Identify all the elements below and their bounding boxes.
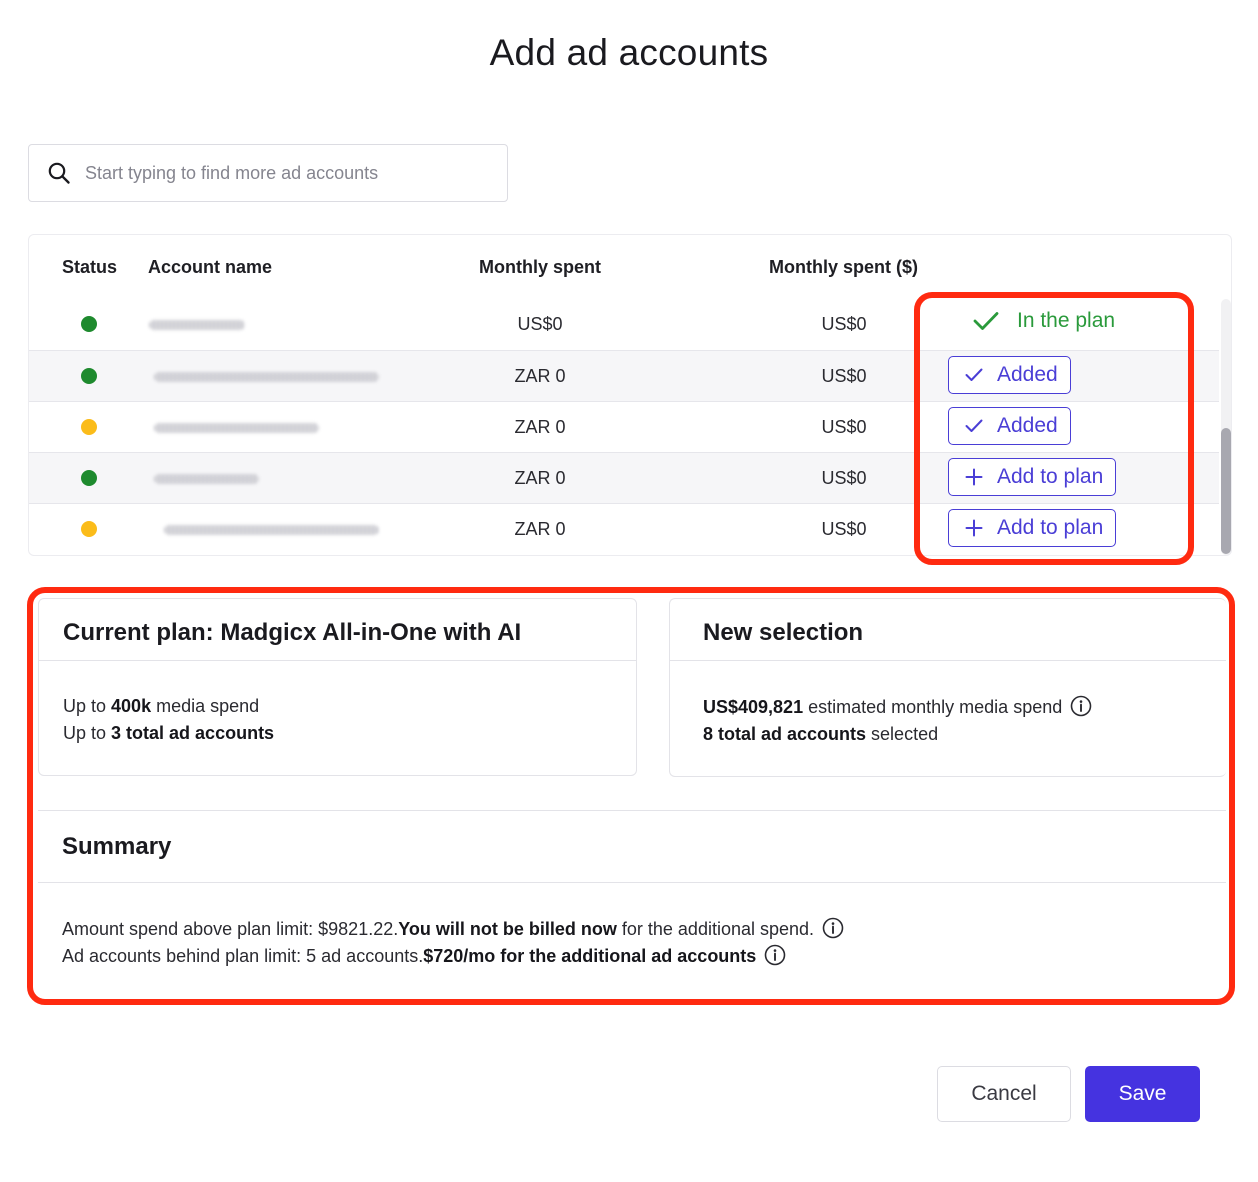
status-dot-green xyxy=(81,316,97,332)
new-selection-accounts-line: 8 total ad accounts selected xyxy=(703,724,939,744)
added-button[interactable]: Added xyxy=(948,356,1071,394)
new-selection-title: New selection xyxy=(670,599,1226,661)
monthly-spent: ZAR 0 xyxy=(514,366,566,386)
check-icon xyxy=(965,368,983,381)
search-input[interactable] xyxy=(85,162,485,184)
new-selection-body: US$409,821 estimated monthly media spend… xyxy=(670,661,1226,748)
save-button[interactable]: Save xyxy=(1085,1066,1200,1122)
summary-body: Amount spend above plan limit: $9821.22.… xyxy=(38,883,1226,970)
accounts-table: Status Account name Monthly spent Monthl… xyxy=(28,234,1232,556)
summary-section: Summary Amount spend above plan limit: $… xyxy=(38,810,1226,994)
account-name-redacted xyxy=(164,525,379,535)
summary-spend-line: Amount spend above plan limit: $9821.22.… xyxy=(62,916,1226,943)
search-icon xyxy=(48,162,70,184)
add-to-plan-label: Add to plan xyxy=(997,465,1104,488)
new-selection-card: New selection US$409,821 estimated month… xyxy=(669,598,1226,777)
in-plan-status: In the plan xyxy=(973,309,1115,333)
table-row: ZAR 0 US$0 Add to plan xyxy=(29,452,1219,503)
plus-icon xyxy=(965,519,983,537)
table-row: ZAR 0 US$0 Add to plan xyxy=(29,503,1219,555)
monthly-spent-usd: US$0 xyxy=(821,468,867,488)
monthly-spent-usd: US$0 xyxy=(821,314,867,334)
monthly-spent: US$0 xyxy=(517,314,563,334)
account-name-redacted xyxy=(154,423,319,433)
table-header: Status Account name Monthly spent Monthl… xyxy=(29,235,1231,299)
monthly-spent: ZAR 0 xyxy=(514,468,566,488)
plus-icon xyxy=(965,468,983,486)
account-name-redacted xyxy=(154,372,379,382)
cancel-button[interactable]: Cancel xyxy=(937,1066,1071,1122)
current-plan-accounts-line: Up to 3 total ad accounts xyxy=(63,723,275,743)
add-to-plan-button[interactable]: Add to plan xyxy=(948,458,1117,496)
status-dot-yellow xyxy=(81,419,97,435)
header-monthly-spent: Monthly spent xyxy=(479,257,601,277)
monthly-spent-usd: US$0 xyxy=(821,366,867,386)
table-row: ZAR 0 US$0 Added xyxy=(29,350,1219,401)
current-plan-spend-line: Up to 400k media spend xyxy=(63,696,260,716)
info-icon[interactable] xyxy=(822,917,844,939)
account-name-redacted xyxy=(149,320,245,330)
check-icon xyxy=(965,419,983,432)
summary-title: Summary xyxy=(38,811,1226,883)
monthly-spent-usd: US$0 xyxy=(821,519,867,539)
info-icon[interactable] xyxy=(1070,695,1092,717)
page-title: Add ad accounts xyxy=(489,32,769,73)
header-account-name: Account name xyxy=(148,257,273,277)
current-plan-body: Up to 400k media spend Up to 3 total ad … xyxy=(39,661,636,747)
add-to-plan-button[interactable]: Add to plan xyxy=(948,509,1117,547)
monthly-spent: ZAR 0 xyxy=(514,519,566,539)
status-dot-green xyxy=(81,368,97,384)
current-plan-card: Current plan: Madgicx All-in-One with AI… xyxy=(38,598,637,776)
monthly-spent: ZAR 0 xyxy=(514,417,566,437)
added-button[interactable]: Added xyxy=(948,407,1071,445)
added-label: Added xyxy=(997,363,1058,386)
search-box[interactable] xyxy=(28,144,508,202)
table-row: US$0 US$0 In the plan xyxy=(29,299,1219,350)
account-name-redacted xyxy=(154,474,259,484)
current-plan-title: Current plan: Madgicx All-in-One with AI xyxy=(39,599,636,661)
status-dot-green xyxy=(81,470,97,486)
in-plan-label: In the plan xyxy=(1017,309,1116,332)
header-status: Status xyxy=(62,257,118,277)
summary-accounts-line: Ad accounts behind plan limit: 5 ad acco… xyxy=(62,943,1226,970)
new-selection-spend-line: US$409,821 estimated monthly media spend xyxy=(703,694,1226,721)
added-label: Added xyxy=(997,414,1058,437)
status-dot-yellow xyxy=(81,521,97,537)
check-icon xyxy=(973,312,999,330)
add-to-plan-label: Add to plan xyxy=(997,516,1104,539)
info-icon[interactable] xyxy=(764,944,786,966)
monthly-spent-usd: US$0 xyxy=(821,417,867,437)
header-monthly-spent-usd: Monthly spent ($) xyxy=(769,257,918,277)
table-row: ZAR 0 US$0 Added xyxy=(29,401,1219,452)
table-scrollbar-thumb[interactable] xyxy=(1221,428,1231,554)
